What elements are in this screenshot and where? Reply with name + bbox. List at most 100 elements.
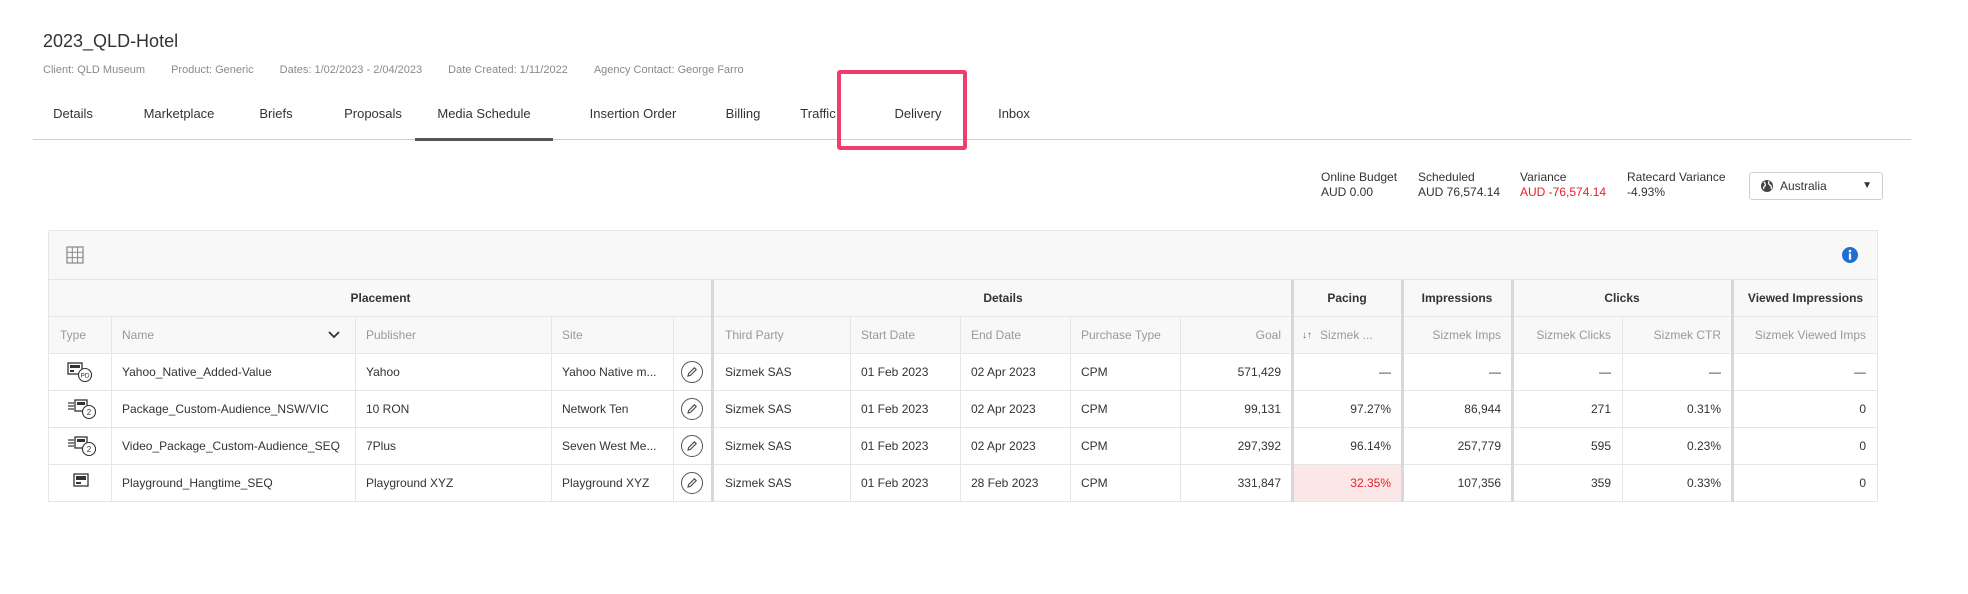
- edit-button[interactable]: [681, 361, 703, 383]
- package-icon: 2: [67, 436, 97, 461]
- region-select[interactable]: Australia ▼: [1749, 172, 1883, 200]
- campaign-meta: Client: QLD Museum Product: Generic Date…: [43, 64, 744, 76]
- pencil-icon: [687, 367, 697, 377]
- table-row[interactable]: PD Yahoo_Native_Added-Value Yahoo Yahoo Nat…: [49, 354, 1877, 391]
- row-sizmek-imps: 257,779: [1457, 439, 1501, 453]
- product-label: Product: Generic: [171, 64, 254, 76]
- row-publisher: 7Plus: [366, 439, 397, 453]
- divider: [551, 317, 552, 502]
- media-schedule-table: Placement Details Pacing Impressions Cli…: [48, 230, 1878, 502]
- grid-view-icon[interactable]: [66, 246, 84, 264]
- col-pacing-cell[interactable]: ↓↑ Sizmek ...: [1292, 317, 1402, 354]
- row-site: Playground XYZ: [562, 476, 650, 490]
- tab-inbox[interactable]: Inbox: [979, 100, 1049, 140]
- ratecard-variance-value: -4.93%: [1627, 185, 1666, 199]
- chevron-down-icon[interactable]: [328, 331, 340, 339]
- dates-label: Dates: 1/02/2023 - 2/04/2023: [279, 64, 423, 76]
- table-row[interactable]: 2 Video_Package_Custom-Audience_SEQ 7Plus S…: [49, 428, 1877, 465]
- col-start-date[interactable]: Start Date: [850, 317, 960, 354]
- pd-package-icon: PD: [67, 362, 93, 387]
- row-end-date: 02 Apr 2023: [971, 439, 1036, 453]
- pencil-icon: [687, 441, 697, 451]
- display-icon: [73, 473, 89, 492]
- row-sizmek-ctr: —: [1709, 365, 1721, 379]
- col-end-date[interactable]: End Date: [960, 317, 1070, 354]
- tab-details[interactable]: Details: [43, 100, 103, 140]
- tab-traffic[interactable]: Traffic: [783, 100, 853, 140]
- row-sizmek-ctr: 0.31%: [1686, 402, 1721, 416]
- tab-insertion-order[interactable]: Insertion Order: [573, 100, 693, 140]
- col-sizmek-clicks[interactable]: Sizmek Clicks: [1512, 317, 1622, 354]
- col-site[interactable]: Site: [551, 317, 673, 354]
- tab-marketplace[interactable]: Marketplace: [129, 100, 229, 140]
- row-sizmek-imps: 86,944: [1464, 402, 1501, 416]
- row-publisher: Playground XYZ: [366, 476, 454, 490]
- table-row[interactable]: Playground_Hangtime_SEQ Playground XYZ Pla…: [49, 465, 1877, 502]
- tab-media-schedule[interactable]: Media Schedule: [415, 100, 553, 141]
- table-row[interactable]: 2 Package_Custom-Audience_NSW/VIC 10 RON Ne…: [49, 391, 1877, 428]
- divider: [1731, 280, 1734, 502]
- row-sizmek-viewed-imps: 0: [1859, 439, 1866, 453]
- edit-button[interactable]: [681, 435, 703, 457]
- divider: [355, 317, 356, 502]
- row-purchase-type: CPM: [1081, 365, 1108, 379]
- group-impressions: Impressions: [1421, 291, 1493, 305]
- col-goal[interactable]: Goal: [1180, 317, 1292, 354]
- divider: [1511, 280, 1514, 502]
- scheduled-label: Scheduled: [1418, 170, 1475, 184]
- col-name[interactable]: Name: [111, 317, 321, 354]
- info-icon[interactable]: [1841, 246, 1859, 264]
- divider: [1291, 280, 1294, 502]
- ratecard-variance: Ratecard Variance -4.93%: [1627, 170, 1726, 200]
- row-sizmek-viewed-imps: 0: [1859, 402, 1866, 416]
- scheduled: Scheduled AUD 76,574.14: [1418, 170, 1500, 200]
- row-third-party: Sizmek SAS: [725, 476, 792, 490]
- row-purchase-type: CPM: [1081, 476, 1108, 490]
- tab-proposals[interactable]: Proposals: [323, 100, 423, 140]
- date-created-label: Date Created: 1/11/2022: [448, 64, 568, 76]
- group-clicks: Clicks: [1604, 291, 1640, 305]
- divider: [673, 317, 674, 502]
- row-site: Network Ten: [562, 402, 629, 416]
- col-sizmek-ctr[interactable]: Sizmek CTR: [1622, 317, 1732, 354]
- edit-button[interactable]: [681, 398, 703, 420]
- col-pacing: Sizmek ...: [1320, 328, 1373, 342]
- col-sizmek-imps[interactable]: Sizmek Imps: [1402, 317, 1512, 354]
- row-start-date: 01 Feb 2023: [861, 365, 929, 379]
- row-start-date: 01 Feb 2023: [861, 476, 929, 490]
- divider: [711, 280, 714, 502]
- type-badge: 2: [87, 445, 92, 454]
- row-site: Seven West Me...: [562, 439, 657, 453]
- col-type[interactable]: Type: [49, 317, 111, 354]
- row-pacing: 96.14%: [1350, 439, 1391, 453]
- col-purchase-type[interactable]: Purchase Type: [1070, 317, 1180, 354]
- variance-value: AUD -76,574.14: [1520, 185, 1607, 199]
- divider: [1622, 317, 1623, 502]
- row-pacing: 32.35%: [1292, 465, 1402, 501]
- row-sizmek-imps: 107,356: [1457, 476, 1501, 490]
- row-third-party: Sizmek SAS: [725, 402, 792, 416]
- online-budget-label: Online Budget: [1321, 170, 1398, 184]
- tab-briefs[interactable]: Briefs: [246, 100, 306, 140]
- divider: [850, 317, 851, 502]
- col-sizmek-viewed-imps[interactable]: Sizmek Viewed Imps: [1732, 317, 1877, 354]
- row-purchase-type: CPM: [1081, 439, 1108, 453]
- col-publisher[interactable]: Publisher: [355, 317, 551, 354]
- tab-billing[interactable]: Billing: [703, 100, 783, 140]
- row-sizmek-clicks: —: [1599, 365, 1611, 379]
- col-third-party[interactable]: Third Party: [714, 317, 850, 354]
- pencil-icon: [687, 478, 697, 488]
- divider: [111, 317, 112, 502]
- scheduled-value: AUD 76,574.14: [1418, 185, 1501, 199]
- tab-delivery[interactable]: Delivery: [863, 100, 973, 140]
- edit-button[interactable]: [681, 472, 703, 494]
- row-sizmek-imps: —: [1489, 365, 1501, 379]
- row-purchase-type: CPM: [1081, 402, 1108, 416]
- sort-icon[interactable]: ↓↑: [1302, 317, 1312, 354]
- online-budget-value: AUD 0.00: [1321, 185, 1374, 199]
- row-end-date: 02 Apr 2023: [971, 402, 1036, 416]
- row-publisher: 10 RON: [366, 402, 410, 416]
- row-name: Package_Custom-Audience_NSW/VIC: [122, 402, 329, 416]
- row-sizmek-viewed-imps: —: [1854, 365, 1866, 379]
- row-goal: 571,429: [1237, 365, 1281, 379]
